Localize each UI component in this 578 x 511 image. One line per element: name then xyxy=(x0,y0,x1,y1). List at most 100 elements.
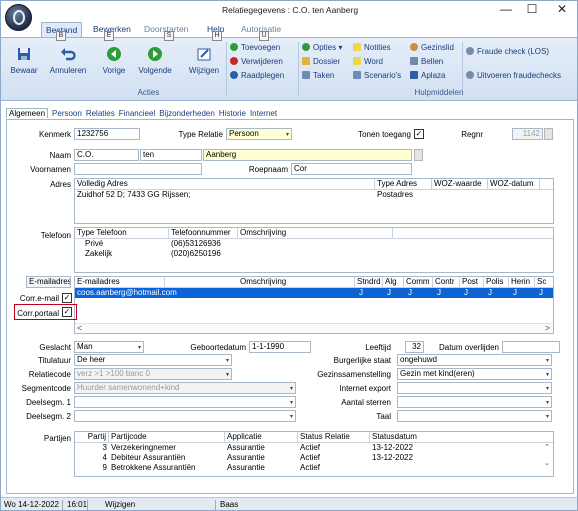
aantal-sterren-label: Aantal sterren xyxy=(341,398,391,407)
tab-financieel[interactable]: Financieel xyxy=(119,109,155,118)
internet-export-select[interactable]: ▾ xyxy=(397,382,552,394)
tussenvoegsel-field[interactable]: ten xyxy=(140,149,202,161)
tab-historie[interactable]: Historie xyxy=(219,109,246,118)
leeftijd-label: Leeftijd xyxy=(365,343,391,352)
leeftijd-field[interactable]: 32 xyxy=(405,341,424,353)
maximize-button[interactable]: ☐ xyxy=(519,1,545,20)
adres-label: Adres xyxy=(50,180,71,189)
scroll-right-icon[interactable]: > xyxy=(545,323,550,333)
annuleren-button[interactable]: Annuleren xyxy=(45,46,91,75)
dropdown-arrow-icon: ▾ xyxy=(289,414,293,420)
aplaza-button[interactable]: Aplaza xyxy=(410,70,454,84)
internet-export-label: Internet export xyxy=(339,384,391,393)
partij-row[interactable]: 4 Debiteur Assurantiën Assurantie Actief… xyxy=(75,453,553,463)
taal-label: Taal xyxy=(376,412,391,421)
edit-icon xyxy=(197,48,211,61)
corr-portaal-label: Corr.portaal xyxy=(17,309,59,318)
segmentcode-label: Segmentcode xyxy=(21,384,71,393)
regnr-lookup-button[interactable] xyxy=(544,128,553,140)
raadplegen-button[interactable]: Raadplegen xyxy=(230,70,284,84)
achternaam-field[interactable]: Aanberg xyxy=(203,149,412,161)
telefoon-grid[interactable]: Type Telefoon Telefoonnummer Omschrijvin… xyxy=(74,227,554,273)
aantal-sterren-select[interactable]: ▾ xyxy=(397,396,552,408)
bewaar-button[interactable]: Bewaar xyxy=(7,46,41,75)
titulatuur-select[interactable]: De heer ▾ xyxy=(74,354,232,366)
notities-button[interactable]: Notities xyxy=(353,42,401,56)
dossier-button[interactable]: Dossier xyxy=(302,56,342,70)
corr-email-checkbox[interactable]: ✓ xyxy=(62,293,72,303)
roepnaam-field[interactable]: Cor xyxy=(291,163,412,175)
vorige-button[interactable]: Vorige xyxy=(97,46,131,75)
tonen-toegang-checkbox[interactable]: ✓ xyxy=(414,129,424,139)
keytip-u: U xyxy=(259,31,269,41)
partij-row[interactable]: 3 Verzekeringnemer Assurantie Actief 13-… xyxy=(75,443,553,453)
volgende-button[interactable]: Volgende xyxy=(135,46,175,75)
deelsegm-1-label: Deelsegm. 1 xyxy=(26,398,71,407)
scroll-left-icon[interactable]: < xyxy=(77,323,82,333)
toevoegen-button[interactable]: Toevoegen xyxy=(230,42,284,56)
dropdown-arrow-icon: ▾ xyxy=(545,414,549,420)
relatiecode-select[interactable]: verz >1 >100 banc 0 ▾ xyxy=(74,368,232,380)
scenarios-button[interactable]: Scenario's xyxy=(353,70,401,84)
folder-icon xyxy=(302,57,310,65)
naam-lookup-button[interactable] xyxy=(414,149,423,161)
voorletters-field[interactable]: C.O. xyxy=(74,149,139,161)
regnr-field[interactable]: 1142 xyxy=(512,128,543,140)
segmentcode-select[interactable]: Huurder samenwonend+kind ▾ xyxy=(74,382,296,394)
regnr-label: Regnr xyxy=(461,130,483,139)
wijzigen-button[interactable]: Wijzigen xyxy=(185,46,223,75)
hulpmiddelen-group-label: Hulpmiddelen xyxy=(414,88,464,97)
tab-persoon[interactable]: Persoon xyxy=(52,109,82,118)
dropdown-arrow-icon: ▾ xyxy=(289,400,293,406)
adres-row[interactable]: Zuidhof 52 D; 7433 GG Rijssen; Postadres xyxy=(75,190,553,200)
uitvoeren-fraudechecks-button[interactable]: Uitvoeren fraudechecks xyxy=(466,70,561,84)
bellen-button[interactable]: Bellen xyxy=(410,56,454,70)
save-icon xyxy=(18,48,30,60)
adres-grid[interactable]: Volledig Adres Type Adres WOZ-waarde WOZ… xyxy=(74,178,554,224)
verwijderen-button[interactable]: Verwijderen xyxy=(230,56,284,70)
add-icon xyxy=(230,43,238,51)
taken-button[interactable]: Taken xyxy=(302,70,342,84)
status-bar: Wo 14-12-2022 16:01 Wijzigen Baas xyxy=(1,497,577,510)
gezinssamenstelling-select[interactable]: Gezin met kind(eren) ▾ xyxy=(397,368,552,380)
burgerlijke-staat-select[interactable]: ongehuwd ▾ xyxy=(397,354,552,366)
word-button[interactable]: Word xyxy=(353,56,401,70)
tab-relaties[interactable]: Relaties xyxy=(86,109,115,118)
status-date: Wo 14-12-2022 xyxy=(4,500,59,509)
deelsegm-1-select[interactable]: ▾ xyxy=(74,396,296,408)
close-button[interactable]: ✕ xyxy=(549,1,575,20)
telefoon-row[interactable]: Privé (06)53126936 xyxy=(75,239,553,249)
tab-internet[interactable]: Internet xyxy=(250,109,277,118)
geboortedatum-field[interactable]: 1-1-1990 xyxy=(249,341,311,353)
opties-button[interactable]: Opties ▾ xyxy=(302,42,342,56)
minimize-button[interactable]: — xyxy=(493,1,519,20)
gezinslid-button[interactable]: Gezinslid xyxy=(410,42,454,56)
undo-icon xyxy=(61,48,76,61)
taal-select[interactable]: ▾ xyxy=(397,410,552,422)
partij-row[interactable]: 9 Betrokkene Assurantiën Assurantie Acti… xyxy=(75,463,553,473)
app-orb-button[interactable] xyxy=(5,4,32,31)
email-grid[interactable]: E-mailadres Omschrijving Stndrd Alg Comm… xyxy=(74,276,554,334)
type-relatie-label: Type Relatie xyxy=(178,130,223,139)
geboortedatum-label: Geboortedatum xyxy=(190,343,246,352)
deelsegm-2-select[interactable]: ▾ xyxy=(74,410,296,422)
kenmerk-field[interactable]: 1232756 xyxy=(74,128,140,140)
voornamen-label: Voornamen xyxy=(30,165,71,174)
status-separator xyxy=(62,500,63,510)
email-row[interactable]: coos.aanberg@hotmail.com J J J J J J J J xyxy=(75,288,553,298)
voornamen-field[interactable] xyxy=(74,163,202,175)
partijen-grid[interactable]: Partij Partijcode Applicatie Status Rela… xyxy=(74,431,554,477)
corr-portaal-checkbox[interactable]: ✓ xyxy=(62,307,72,317)
partijen-scrollbar[interactable]: ⌃ ⌄ xyxy=(543,444,551,476)
email-grid-header: E-mailadres Omschrijving Stndrd Alg Comm… xyxy=(75,277,553,288)
fraude-check-button[interactable]: Fraude check (LOS) xyxy=(466,46,561,60)
tab-algemeen[interactable]: Algemeen xyxy=(6,108,49,118)
geslacht-select[interactable]: Man ▾ xyxy=(74,341,144,353)
aplaza-icon xyxy=(410,71,418,79)
type-relatie-select[interactable]: Persoon ▾ xyxy=(226,128,292,140)
tab-bijzonderheden[interactable]: Bijzonderheden xyxy=(159,109,215,118)
emailadres-button[interactable]: E-mailadres xyxy=(26,276,71,288)
datum-overlijden-field[interactable] xyxy=(502,341,560,353)
email-grid-scrollbar[interactable]: < > xyxy=(75,323,553,333)
telefoon-row[interactable]: Zakelijk (020)6250196 xyxy=(75,249,553,259)
